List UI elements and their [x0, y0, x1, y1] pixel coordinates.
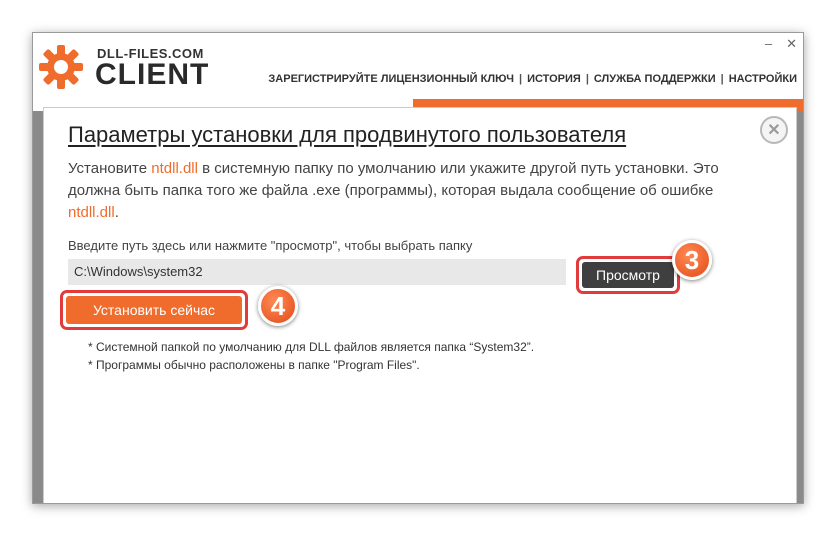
nav-support[interactable]: СЛУЖБА ПОДДЕРЖКИ	[594, 73, 716, 85]
gear-icon	[39, 45, 83, 89]
dialog-title: Параметры установки для продвинутого пол…	[68, 122, 627, 147]
nav-settings[interactable]: НАСТРОЙКИ	[729, 73, 797, 85]
browse-button[interactable]: Просмотр	[582, 262, 674, 288]
window-close-button[interactable]: ✕	[786, 37, 797, 51]
top-nav: ЗАРЕГИСТРИРУЙТЕ ЛИЦЕНЗИОННЫЙ КЛЮЧ | ИСТО…	[268, 73, 797, 85]
dialog-description: Установите ntdll.dll в системную папку п…	[68, 158, 768, 224]
nav-separator: |	[585, 73, 589, 85]
desc-text-3: .	[114, 204, 119, 221]
step-badge-3: 3	[672, 240, 712, 280]
step-badge-4: 4	[258, 286, 298, 326]
note-system32: * Системной папкой по умолчанию для DLL …	[88, 340, 535, 354]
nav-history[interactable]: ИСТОРИЯ	[527, 73, 581, 85]
browse-highlight: Просмотр	[576, 256, 680, 294]
nav-register-key[interactable]: ЗАРЕГИСТРИРУЙТЕ ЛИЦЕНЗИОННЫЙ КЛЮЧ	[268, 73, 514, 85]
dll-name-link: ntdll.dll	[68, 204, 115, 221]
app-header: DLL-FILES.COM CLIENT – ✕ ЗАРЕГИСТРИРУЙТЕ…	[33, 33, 803, 99]
path-label: Введите путь здесь или нажмите "просмотр…	[68, 238, 473, 253]
nav-separator: |	[519, 73, 523, 85]
install-now-button[interactable]: Установить сейчас	[66, 296, 242, 324]
desc-text-1: Установите	[68, 160, 152, 177]
install-highlight: Установить сейчас	[60, 290, 248, 330]
brand-title: CLIENT	[95, 58, 210, 91]
minimize-button[interactable]: –	[765, 37, 772, 51]
dialog-close-button[interactable]: ✕	[760, 116, 788, 144]
window-controls: – ✕	[765, 37, 797, 51]
app-window: DLL-FILES.COM CLIENT – ✕ ЗАРЕГИСТРИРУЙТЕ…	[32, 32, 804, 504]
install-path-input[interactable]	[68, 259, 566, 285]
content-overlay: Параметры установки для продвинутого пол…	[33, 107, 803, 503]
close-icon: ✕	[767, 122, 781, 139]
note-program-files: * Программы обычно расположены в папке "…	[88, 358, 420, 372]
advanced-install-dialog: Параметры установки для продвинутого пол…	[43, 107, 797, 503]
dll-name-link: ntdll.dll	[151, 160, 198, 177]
nav-separator: |	[720, 73, 724, 85]
